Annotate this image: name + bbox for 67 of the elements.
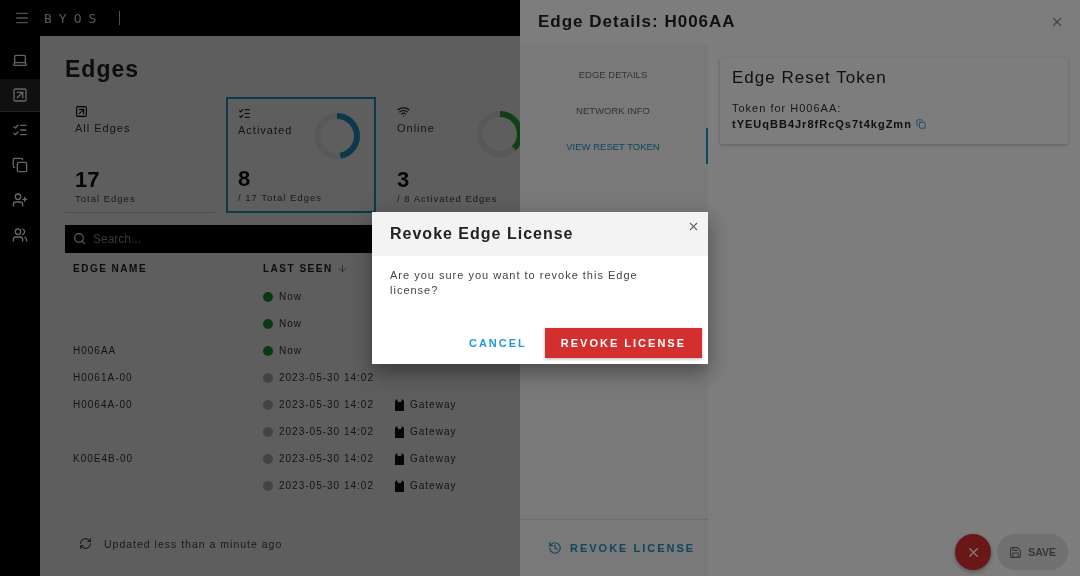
laptop-icon — [12, 52, 28, 68]
edge-name: H0064A-00 — [73, 399, 133, 410]
edge-name: K00E4B-00 — [73, 453, 134, 464]
donut-chart — [312, 111, 362, 161]
card-value: 17 — [75, 167, 101, 193]
last-seen: 2023-05-30 14:02 — [279, 426, 374, 437]
checklist-icon — [238, 107, 251, 120]
search-icon — [73, 232, 86, 245]
user-add-icon — [12, 192, 28, 208]
card-caption: / 17 Total Edges — [238, 192, 323, 203]
gateway-icon — [395, 479, 404, 492]
stat-card[interactable]: Activated 8 / 17 Total Edges — [226, 97, 376, 213]
copy-icon — [12, 157, 28, 173]
cancel-button[interactable] — [955, 534, 992, 570]
last-seen: 2023-05-30 14:02 — [279, 399, 374, 410]
token-value: tYEUqBB4Jr8fRcQs7t4kgZmn — [732, 118, 912, 130]
stat-card[interactable]: All Edges 17 Total Edges — [65, 97, 215, 213]
page-title: Edges — [65, 56, 140, 83]
card-value: 8 — [238, 166, 252, 192]
sidebar-item[interactable] — [0, 79, 40, 112]
edge-name: H0061A-00 — [73, 372, 133, 383]
card-caption: / 8 Activated Edges — [397, 193, 499, 204]
last-seen: 2023-05-30 14:02 — [279, 453, 374, 464]
edge-type: Gateway — [410, 480, 457, 491]
refresh-icon[interactable] — [79, 537, 92, 550]
gateway-icon — [395, 425, 404, 438]
close-icon — [1050, 15, 1064, 29]
column-header[interactable]: EDGE NAME — [73, 262, 263, 274]
last-seen: 2023-05-30 14:02 — [279, 480, 374, 491]
last-seen: Now — [279, 318, 302, 329]
gateway-icon — [395, 398, 404, 411]
last-seen: Now — [279, 291, 302, 302]
card-caption: Total Edges — [75, 193, 137, 204]
last-seen: Now — [279, 345, 302, 356]
token-label: Token for H006AA: — [732, 102, 843, 114]
copy-icon[interactable] — [915, 119, 926, 129]
save-icon — [1009, 545, 1023, 559]
edge-type: Gateway — [410, 453, 457, 464]
card-label: Online — [397, 122, 436, 134]
edge-type: Gateway — [410, 426, 457, 437]
revoke-license-button[interactable]: REVOKE LICENSE — [544, 535, 700, 561]
dialog-title: Revoke Edge License — [390, 225, 574, 243]
last-seen: 2023-05-30 14:02 — [279, 372, 374, 383]
square-corner-icon — [12, 87, 28, 103]
revoke-license-button[interactable]: REVOKE LICENSE — [544, 328, 702, 358]
edge-name: H006AA — [73, 345, 117, 356]
checklist-icon — [12, 122, 28, 138]
users-icon — [12, 227, 28, 243]
history-icon — [548, 541, 562, 555]
dialog-message: Are you sure you want to revoke this Edge license? — [390, 268, 639, 298]
gateway-icon — [395, 452, 404, 465]
wifi-icon — [397, 105, 410, 118]
card-label: All Edges — [75, 122, 132, 134]
close-icon — [687, 220, 700, 233]
card-title: Edge Reset Token — [732, 68, 888, 88]
edge-type: Gateway — [410, 399, 457, 410]
cancel-button[interactable]: CANCEL — [464, 331, 531, 355]
logo: BYOS — [44, 11, 121, 25]
card-label: Activated — [238, 124, 294, 136]
card-value: 3 — [397, 167, 411, 193]
square-corner-icon — [75, 105, 88, 118]
sort-arrow-icon — [336, 262, 348, 274]
menu-icon[interactable] — [14, 10, 30, 26]
nav-tab[interactable]: EDGE DETAILS — [520, 56, 708, 92]
drawer-title: Edge Details: H006AA — [538, 12, 736, 32]
update-status: Updated less than a minute ago — [104, 537, 283, 550]
nav-tab[interactable]: VIEW RESET TOKEN — [520, 128, 708, 164]
